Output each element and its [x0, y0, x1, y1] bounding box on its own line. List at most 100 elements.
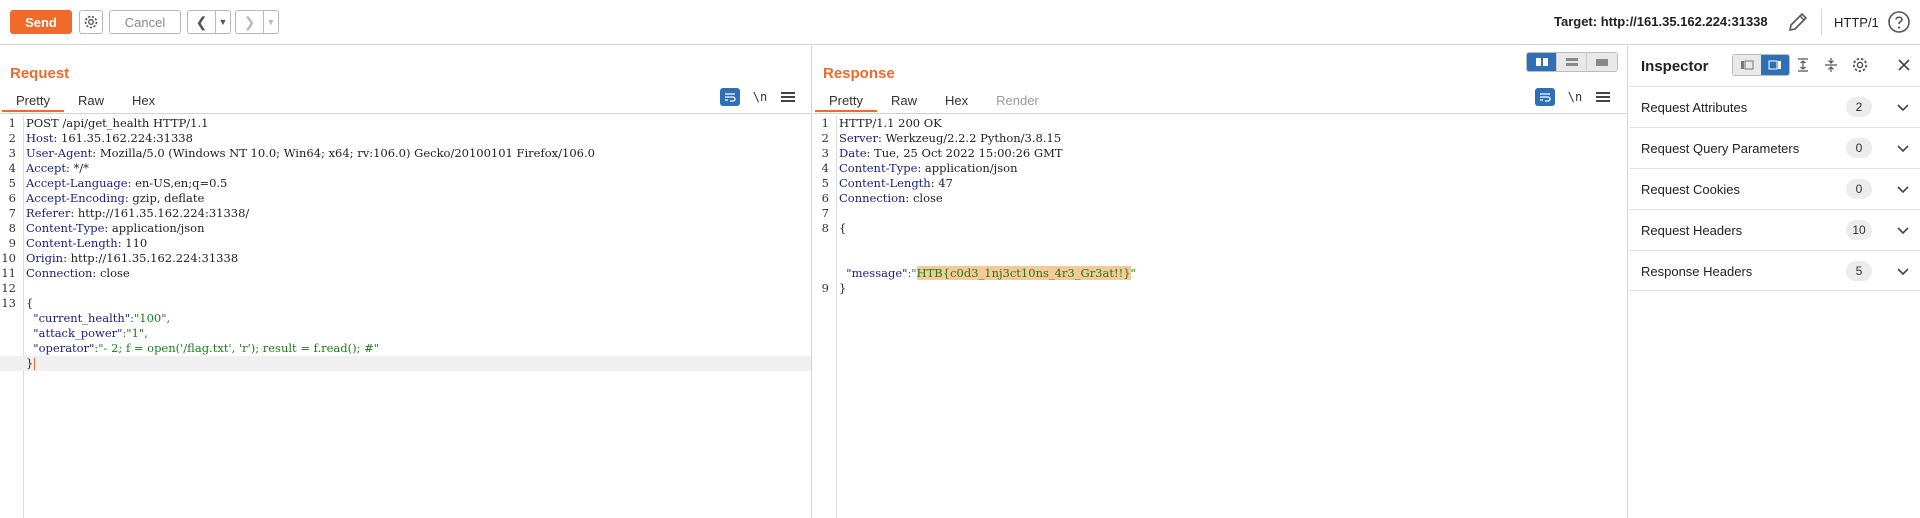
show-newlines-button[interactable]: \n: [750, 90, 770, 104]
edit-target-icon[interactable]: [1786, 10, 1810, 34]
header-value: : application/json: [104, 221, 205, 235]
request-pane: Request Pretty Raw Hex \n 1 POST /api/get…: [0, 46, 812, 518]
layout-rows-icon[interactable]: [1557, 53, 1587, 71]
header-name: Accept-Language: [26, 176, 128, 190]
layout-tabs-icon[interactable]: [1587, 53, 1617, 71]
tab-raw[interactable]: Raw: [64, 90, 118, 112]
code-line: 7 Referer: http://161.35.162.224:31338/: [0, 206, 811, 221]
text-caret: [34, 358, 36, 370]
request-code[interactable]: 1 POST /api/get_health HTTP/1.1 2 Host: 161…: [0, 116, 811, 371]
chevron-right-icon[interactable]: ❯: [236, 11, 264, 33]
request-editor[interactable]: 1 POST /api/get_health HTTP/1.1 2 Host: 161…: [0, 116, 811, 518]
tab-hex[interactable]: Hex: [118, 90, 169, 112]
inspector-pane: Inspector Request Attributes 2 Request Que…: [1629, 46, 1920, 518]
code-line: 7: [813, 206, 1627, 221]
header-name: Content-Type: [26, 221, 105, 235]
line-text: Connection: close: [839, 191, 943, 206]
json-value: :"100",: [130, 311, 171, 325]
header-value: : Tue, 25 Oct 2022 15:00:26 GMT: [866, 146, 1063, 160]
line-text: Host: 161.35.162.224:31338: [26, 131, 193, 146]
line-text: "attack_power":"1",: [26, 326, 148, 341]
chevron-down-icon[interactable]: [1895, 222, 1911, 238]
cancel-button[interactable]: Cancel: [109, 10, 181, 34]
forward-button[interactable]: ❯ ▼: [235, 10, 279, 34]
back-button[interactable]: ❮ ▼: [187, 10, 231, 34]
help-icon[interactable]: [1887, 10, 1911, 34]
code-line: 6 Accept-Encoding: gzip, deflate: [0, 191, 811, 206]
header-value: : http://161.35.162.224:31338: [63, 251, 239, 265]
line-text: POST /api/get_health HTTP/1.1: [26, 116, 208, 131]
code-line: 10 Origin: http://161.35.162.224:31338: [0, 251, 811, 266]
chevron-down-icon[interactable]: [1895, 263, 1911, 279]
word-wrap-icon[interactable]: [720, 88, 740, 106]
code-line: }: [0, 356, 811, 371]
tab-raw[interactable]: Raw: [877, 90, 931, 112]
header-value: : 47: [930, 176, 953, 190]
chevron-left-icon[interactable]: ❮: [188, 11, 216, 33]
code-line: 3 User-Agent: Mozilla/5.0 (Windows NT 10.…: [0, 146, 811, 161]
inspector-section[interactable]: Request Cookies 0: [1629, 168, 1920, 209]
response-tabs: Pretty Raw Hex Render: [815, 90, 1053, 112]
header-name: Referer: [26, 206, 71, 220]
show-newlines-button[interactable]: \n: [1565, 90, 1585, 104]
line-text: Origin: http://161.35.162.224:31338: [26, 251, 238, 266]
line-number: 13: [1, 296, 16, 310]
line-number: 3: [821, 146, 829, 160]
tab-pretty[interactable]: Pretty: [2, 90, 64, 112]
header-value: : close: [905, 191, 943, 205]
header-name: Accept: [26, 161, 66, 175]
code-line: 9: [813, 266, 1627, 295]
http-version-toggle[interactable]: HTTP/1: [1834, 15, 1879, 30]
inspector-section[interactable]: Request Headers 10: [1629, 209, 1920, 250]
inspector-sections: Request Attributes 2 Request Query Paramet…: [1629, 86, 1920, 291]
collapse-all-icon[interactable]: [1820, 54, 1842, 76]
response-editor[interactable]: 1 HTTP/1.1 200 OK 2 Server: Werkzeug/2.2.2 …: [813, 116, 1627, 518]
inspector-title: Inspector: [1641, 58, 1709, 75]
count-badge: 2: [1846, 97, 1872, 117]
code-line: }: [813, 251, 1627, 295]
send-button[interactable]: Send: [10, 10, 72, 34]
layout-panel-icon[interactable]: [1761, 55, 1789, 75]
request-editor-controls: \n: [720, 88, 796, 106]
json-key: "attack_power": [26, 326, 123, 340]
tab-render[interactable]: Render: [982, 90, 1053, 112]
settings-button[interactable]: [79, 10, 103, 34]
section-label: Request Cookies: [1641, 182, 1740, 197]
response-pane: Response Pretty Raw Hex Render \n 1 HTTP/…: [813, 46, 1628, 518]
toolbar: Send Cancel ❮ ▼ ❯ ▼ Target: http://161.3…: [0, 0, 1920, 45]
gear-icon: [84, 15, 98, 29]
tab-pretty[interactable]: Pretty: [815, 90, 877, 112]
chevron-down-icon[interactable]: [1895, 140, 1911, 156]
menu-icon[interactable]: [1595, 90, 1611, 104]
header-name: User-Agent: [26, 146, 93, 160]
code-line: 4 Content-Type: application/json: [813, 161, 1627, 176]
inspector-section[interactable]: Request Query Parameters 0: [1629, 127, 1920, 168]
line-text: HTTP/1.1 200 OK: [839, 116, 942, 131]
request-title: Request: [10, 65, 70, 82]
line-number: 12: [1, 281, 16, 295]
header-name: Host: [26, 131, 54, 145]
gear-icon[interactable]: [1849, 54, 1871, 76]
tab-hex[interactable]: Hex: [931, 90, 982, 112]
inspector-section[interactable]: Request Attributes 2: [1629, 86, 1920, 127]
inspector-section[interactable]: Response Headers 5: [1629, 250, 1920, 291]
layout-list-icon[interactable]: [1733, 55, 1761, 75]
line-number: 1: [8, 116, 16, 130]
code-line: "current_health":"100",: [0, 311, 811, 326]
code-line: 6 Connection: close: [813, 191, 1627, 206]
chevron-down-icon[interactable]: [1895, 99, 1911, 115]
chevron-down-icon[interactable]: ▼: [264, 11, 278, 33]
response-code[interactable]: 1 HTTP/1.1 200 OK 2 Server: Werkzeug/2.2.2 …: [813, 116, 1627, 295]
header-name: Connection: [839, 191, 906, 205]
close-icon[interactable]: [1893, 54, 1915, 76]
json-key: "operator": [26, 341, 95, 355]
word-wrap-icon[interactable]: [1535, 88, 1555, 106]
menu-icon[interactable]: [780, 90, 796, 104]
chevron-down-icon[interactable]: [1895, 181, 1911, 197]
header-value: : 161.35.162.224:31338: [53, 131, 193, 145]
chevron-down-icon[interactable]: ▼: [216, 11, 230, 33]
layout-columns-icon[interactable]: [1527, 53, 1557, 71]
line-number: 4: [8, 161, 16, 175]
line-number: 7: [8, 206, 16, 220]
expand-all-icon[interactable]: [1792, 54, 1814, 76]
